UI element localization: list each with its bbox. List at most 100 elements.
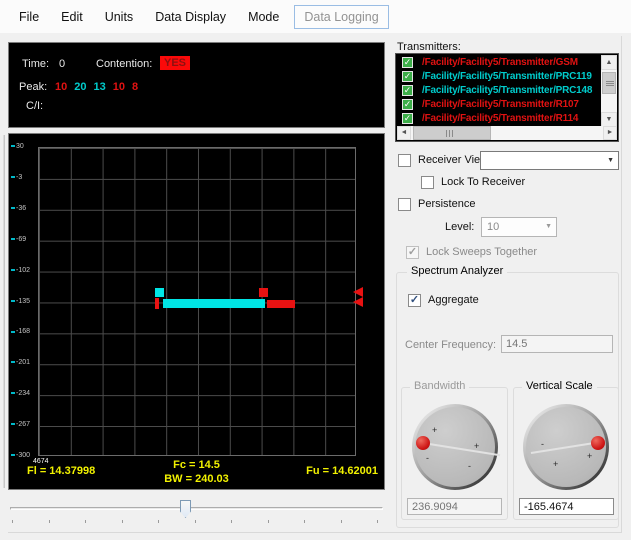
transmitter-row[interactable]: ✓ /Facility/Facility5/Transmitter/R107: [398, 97, 579, 111]
knob-handle-dot[interactable]: [591, 436, 605, 450]
peak-value: 10: [113, 81, 125, 93]
menu-units[interactable]: Units: [94, 4, 144, 30]
persistence-checkbox[interactable]: [398, 198, 411, 211]
bandwidth-value-field[interactable]: [407, 498, 502, 515]
axis-tick-icon: [11, 423, 15, 425]
y-axis-tick-label: -69: [11, 236, 37, 244]
receiver-view-combo[interactable]: ▼: [480, 151, 619, 170]
vertical-scale-knob[interactable]: - + +: [523, 404, 609, 490]
scroll-up-icon[interactable]: ▲: [601, 55, 617, 70]
slider-track[interactable]: [10, 507, 383, 510]
lock-sweeps-label: Lock Sweeps Together: [426, 246, 537, 258]
list-vertical-scrollbar[interactable]: ▲ ▼: [601, 55, 617, 127]
aggregate-label: Aggregate: [428, 294, 479, 306]
receiver-arrow-icon: [353, 287, 363, 297]
transmitter-checkbox[interactable]: ✓: [402, 85, 413, 96]
chevron-down-icon[interactable]: ▼: [607, 157, 614, 164]
axis-tick-icon: [11, 454, 15, 456]
aggregate-checkbox[interactable]: ✓: [408, 294, 421, 307]
transmitter-checkbox[interactable]: ✓: [402, 71, 413, 82]
slider-tick: [268, 520, 269, 523]
bandwidth-group-label: Bandwidth: [410, 380, 469, 392]
menu-edit[interactable]: Edit: [50, 4, 94, 30]
slider-tick: [12, 520, 13, 523]
frequency-slider[interactable]: [8, 499, 385, 525]
transmitter-checkbox[interactable]: ✓: [402, 113, 413, 124]
menu-mode[interactable]: Mode: [237, 4, 290, 30]
menu-data-display[interactable]: Data Display: [144, 4, 237, 30]
peak-value: 20: [74, 81, 86, 93]
vscroll-thumb[interactable]: [602, 72, 616, 94]
scroll-right-icon[interactable]: ►: [603, 126, 617, 140]
scroll-left-icon[interactable]: ◄: [397, 126, 411, 140]
transmitter-path: /Facility/Facility5/Transmitter/R114: [422, 113, 578, 124]
ci-label: C/I:: [26, 100, 43, 112]
y-axis-tick-label: -135: [11, 298, 37, 306]
transmitter-checkbox[interactable]: ✓: [402, 57, 413, 68]
transmitter-path: /Facility/Facility5/Transmitter/R107: [422, 99, 579, 110]
transmitter-row[interactable]: ✓ /Facility/Facility5/Transmitter/R114: [398, 111, 578, 125]
transmitter-path: /Facility/Facility5/Transmitter/PRC148: [422, 85, 592, 96]
peak-value: 13: [94, 81, 106, 93]
scroll-grip: [446, 130, 453, 137]
plot-grid: [38, 147, 356, 456]
y-axis-tick-label: -234: [11, 390, 37, 398]
slider-tick: [158, 520, 159, 523]
transmitter-path: /Facility/Facility5/Transmitter/GSM: [422, 57, 578, 68]
transmitter-checkbox[interactable]: ✓: [402, 99, 413, 110]
bandwidth-knob[interactable]: + - + -: [412, 404, 498, 490]
vertical-trackbar[interactable]: [0, 133, 8, 490]
receiver-arrow-icon: [353, 297, 363, 307]
scroll-down-icon[interactable]: ▼: [601, 112, 617, 127]
level-combo[interactable]: 10 ▼: [481, 217, 557, 237]
slider-tick: [49, 520, 50, 523]
y-axis-tick-label: -201: [11, 359, 37, 367]
peak-values: 102013108: [55, 81, 138, 93]
contention-label: Contention:: [96, 58, 152, 70]
cyan-signal-bar: [163, 299, 265, 308]
vertical-scale-value-field[interactable]: [519, 498, 614, 515]
slider-tick: [231, 520, 232, 523]
slider-tick: [122, 520, 123, 523]
axis-tick-icon: [11, 176, 15, 178]
y-axis-tick-label: -3: [11, 174, 37, 182]
transmitter-path: /Facility/Facility5/Transmitter/PRC119: [422, 71, 592, 82]
bandwidth-group: Bandwidth + - + -: [401, 387, 508, 520]
y-axis-tick-label: 30: [11, 143, 37, 151]
receiver-view-checkbox[interactable]: [398, 154, 411, 167]
axis-tick-icon: [11, 331, 15, 333]
menu-file[interactable]: File: [8, 4, 50, 30]
right-border-divider: [621, 36, 622, 533]
y-axis-tick-label: -36: [11, 205, 37, 213]
transmitter-row[interactable]: ✓ /Facility/Facility5/Transmitter/GSM: [398, 55, 578, 69]
status-panel: Time: 0 Contention: YES Peak: 102013108 …: [8, 42, 385, 128]
lock-to-receiver-label: Lock To Receiver: [441, 176, 525, 188]
minus-mark: -: [426, 454, 429, 463]
red-marker-tick: [155, 298, 159, 309]
slider-tick: [85, 520, 86, 523]
transmitters-label: Transmitters:: [397, 41, 461, 53]
knob-handle-dot[interactable]: [416, 436, 430, 450]
red-marker-square: [259, 288, 268, 297]
menu-data-logging[interactable]: Data Logging: [294, 5, 388, 29]
spectrum-analyzer-title: Spectrum Analyzer: [407, 265, 507, 277]
vertical-scale-group: Vertical Scale - + +: [513, 387, 619, 520]
plus-mark: +: [587, 452, 592, 461]
list-horizontal-scrollbar[interactable]: ◄ ►: [397, 126, 617, 140]
hscroll-thumb[interactable]: [413, 126, 491, 140]
menu-bar: FileEditUnitsData DisplayMode Data Loggi…: [0, 0, 631, 33]
transmitter-row[interactable]: ✓ /Facility/Facility5/Transmitter/PRC148: [398, 83, 592, 97]
slider-thumb[interactable]: [180, 500, 191, 518]
axis-tick-icon: [11, 238, 15, 240]
lock-to-receiver-checkbox[interactable]: [421, 176, 434, 189]
slider-tick: [195, 520, 196, 523]
spectrum-plot-panel: 30-3-36-69-102-135-168-201-234-267-300 4…: [8, 133, 385, 490]
peak-label: Peak:: [19, 81, 47, 93]
minus-mark: -: [541, 440, 544, 449]
center-frequency-field[interactable]: [501, 335, 613, 353]
axis-tick-icon: [11, 361, 15, 363]
transmitters-list[interactable]: ✓ /Facility/Facility5/Transmitter/GSM ✓ /Fa…: [395, 53, 619, 142]
slider-tick: [304, 520, 305, 523]
axis-tick-icon: [11, 269, 15, 271]
transmitter-row[interactable]: ✓ /Facility/Facility5/Transmitter/PRC119: [398, 69, 592, 83]
